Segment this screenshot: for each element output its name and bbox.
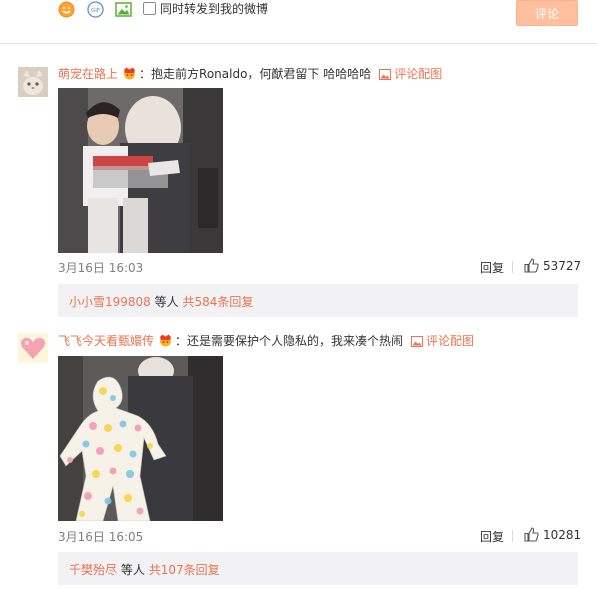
separator <box>512 261 513 273</box>
like-button[interactable]: 10281 <box>524 527 581 542</box>
reply-count-link[interactable]: 共584条回复 <box>182 295 253 309</box>
thumbs-up-icon <box>524 258 539 273</box>
user-name[interactable]: 飞飞今天看甄嬛传 <box>58 334 154 348</box>
reply-user-name[interactable]: 千樊殆尽 <box>69 563 117 577</box>
comment-image-link-label: 评论配图 <box>426 334 475 348</box>
avatar[interactable] <box>18 333 48 363</box>
divider <box>0 43 597 44</box>
separator <box>512 530 513 542</box>
comment-timestamp: 3月16日 16:05 <box>58 530 144 544</box>
vip-crown-icon[interactable] <box>121 66 138 83</box>
comment-image-link-label: 评论配图 <box>394 67 443 81</box>
like-button[interactable]: 53727 <box>524 258 581 273</box>
forward-checkbox[interactable] <box>143 2 156 15</box>
gif-icon-label: GIF <box>91 8 100 14</box>
comment-text: ：抱走前方Ronaldo，何猷君留下 哈哈哈哈 <box>139 67 372 81</box>
comment-image-link[interactable]: 评论配图 <box>379 67 442 81</box>
submit-comment-button[interactable]: 评论 <box>516 0 578 26</box>
smiley-icon[interactable] <box>58 1 75 18</box>
vip-crown-icon[interactable] <box>157 333 174 350</box>
comment-image-link[interactable]: 评论配图 <box>411 334 474 348</box>
reply-summary-middle: 等人 <box>154 295 179 309</box>
reply-summary-middle: 等人 <box>120 563 145 577</box>
avatar[interactable] <box>18 67 48 97</box>
comment-text: ：还是需要保护个人隐私的，我来凑个热闹 <box>175 334 404 348</box>
reply-summary: 小小雪199808 等人 共584条回复 <box>69 293 253 310</box>
like-count: 53727 <box>543 259 582 273</box>
picture-icon <box>379 69 392 83</box>
comment-image[interactable] <box>58 88 223 253</box>
picture-icon <box>411 336 424 350</box>
comment-text-line: 萌宠在路上 ：抱走前方Ronaldo，何猷君留下 哈哈哈哈 评论配图 <box>58 65 442 83</box>
comment-image[interactable] <box>58 356 223 521</box>
reply-button[interactable]: 回复 <box>480 528 504 545</box>
comment-timestamp: 3月16日 16:03 <box>58 261 144 275</box>
forward-label: 同时转发到我的微博 <box>160 2 269 16</box>
thumbs-up-icon <box>524 527 539 542</box>
comment-text-line: 飞飞今天看甄嬛传 ：还是需要保护个人隐私的，我来凑个热闹 评论配图 <box>58 332 474 350</box>
reply-summary-box[interactable]: 千樊殆尽 等人 共107条回复 <box>58 552 578 585</box>
reply-user-name[interactable]: 小小雪199808 <box>69 295 151 309</box>
user-name[interactable]: 萌宠在路上 <box>58 67 118 81</box>
like-count: 10281 <box>543 528 582 542</box>
reply-button[interactable]: 回复 <box>480 259 504 276</box>
reply-summary: 千樊殆尽 等人 共107条回复 <box>69 561 220 578</box>
reply-summary-box[interactable]: 小小雪199808 等人 共584条回复 <box>58 284 578 317</box>
reply-count-link[interactable]: 共107条回复 <box>149 563 220 577</box>
image-icon[interactable] <box>115 1 132 18</box>
gif-icon[interactable]: GIF <box>87 1 104 18</box>
